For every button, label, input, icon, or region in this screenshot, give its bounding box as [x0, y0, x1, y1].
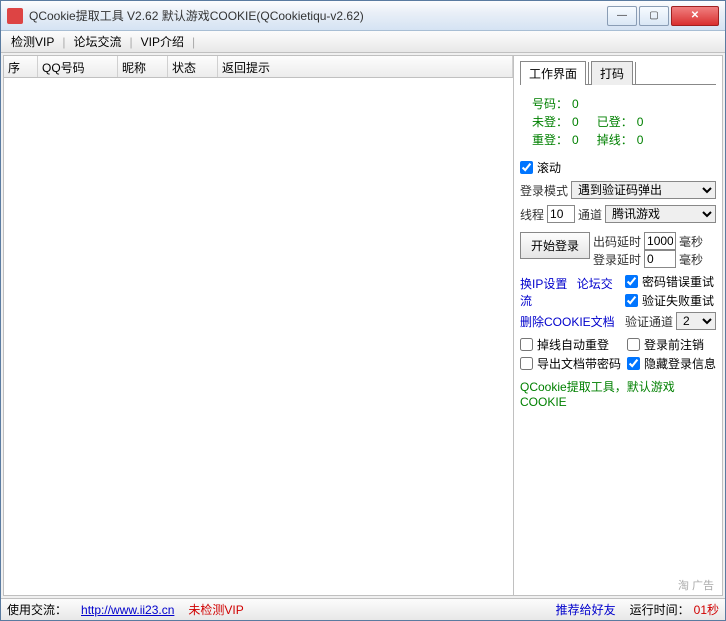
verify-channel-label: 验证通道: [625, 313, 673, 330]
menu-separator: |: [129, 35, 132, 49]
col-qq[interactable]: QQ号码: [38, 56, 118, 77]
out-delay-label: 出码延时: [593, 233, 641, 250]
verify-channel-select[interactable]: 2: [676, 312, 716, 330]
statusbar: 使用交流： http://www.ii23.cn 未检测VIP 推荐给好友 运行…: [1, 598, 725, 620]
close-button[interactable]: ✕: [671, 6, 719, 26]
verify-retry-checkbox[interactable]: [625, 294, 638, 307]
tab-separator: [635, 62, 636, 84]
col-nick[interactable]: 昵称: [118, 56, 168, 77]
logout-first-label: 登录前注销: [644, 336, 704, 353]
stat-chongdeng-value: 0: [572, 131, 579, 149]
login-mode-row: 登录模式 遇到验证码弹出: [520, 181, 716, 199]
menu-vip-intro[interactable]: VIP介绍: [135, 31, 190, 52]
verify-retry-label: 验证失败重试: [642, 292, 714, 309]
window-title: QCookie提取工具 V2.62 默认游戏COOKIE(QCookietiqu…: [29, 7, 607, 24]
drop-relogin-label: 掉线自动重登: [537, 336, 609, 353]
table-body: [4, 78, 513, 595]
thread-input[interactable]: [547, 205, 575, 223]
col-msg[interactable]: 返回提示: [218, 56, 513, 77]
login-mode-select[interactable]: 遇到验证码弹出: [571, 181, 716, 199]
scroll-checkbox-row: 滚动: [520, 159, 716, 176]
stat-weideng-value: 0: [572, 113, 579, 131]
main-window: QCookie提取工具 V2.62 默认游戏COOKIE(QCookietiqu…: [0, 0, 726, 621]
start-delay-row: 开始登录 出码延时 毫秒 登录延时 毫秒: [520, 232, 716, 268]
tab-separator: [588, 62, 589, 84]
hide-login-checkbox[interactable]: [627, 357, 640, 370]
side-panel: 工作界面 打码 号码： 0 未登： 0 已登： 0 重登： 0: [514, 56, 722, 595]
stat-yideng-label: 已登：: [597, 113, 637, 131]
start-login-button[interactable]: 开始登录: [520, 232, 590, 259]
menu-detect-vip[interactable]: 检测VIP: [5, 31, 60, 52]
thread-channel-row: 线程 通道 腾讯游戏: [520, 205, 716, 223]
runtime-value: 01秒: [694, 603, 719, 617]
table-header: 序 QQ号码 昵称 状态 返回提示: [4, 56, 513, 78]
green-note: QCookie提取工具，默认游戏COOKIE: [520, 378, 716, 409]
scroll-checkbox[interactable]: [520, 161, 533, 174]
runtime-label: 运行时间：: [630, 603, 690, 617]
app-icon: [7, 8, 23, 24]
login-delay-label: 登录延时: [593, 251, 641, 268]
ms-label: 毫秒: [679, 251, 703, 268]
tab-work[interactable]: 工作界面: [520, 61, 586, 85]
stats-block: 号码： 0 未登： 0 已登： 0 重登： 0 掉线： 0: [520, 93, 716, 157]
ad-label: 淘 广告: [678, 577, 714, 593]
link-delete-cookie[interactable]: 删除COOKIE文档: [520, 313, 621, 330]
col-status[interactable]: 状态: [168, 56, 218, 77]
stat-diaoxian-value: 0: [637, 131, 644, 149]
ms-label: 毫秒: [679, 233, 703, 250]
minimize-button[interactable]: —: [607, 6, 637, 26]
status-runtime: 运行时间： 01秒: [630, 601, 719, 618]
login-delay-input[interactable]: [644, 250, 676, 268]
drop-relogin-checkbox[interactable]: [520, 338, 533, 351]
window-controls: — ▢ ✕: [607, 6, 719, 26]
tab-code[interactable]: 打码: [591, 61, 633, 85]
scroll-label: 滚动: [537, 159, 561, 176]
status-recommend[interactable]: 推荐给好友: [556, 601, 616, 618]
links-row: 换IP设置 论坛交流: [520, 275, 621, 309]
pwd-retry-checkbox[interactable]: [625, 275, 638, 288]
menu-forum[interactable]: 论坛交流: [67, 31, 127, 52]
maximize-button[interactable]: ▢: [639, 6, 669, 26]
tabs: 工作界面 打码: [520, 60, 716, 85]
stat-diaoxian-label: 掉线：: [597, 131, 637, 149]
channel-select[interactable]: 腾讯游戏: [605, 205, 716, 223]
menubar: 检测VIP | 论坛交流 | VIP介绍 |: [1, 31, 725, 53]
thread-label: 线程: [520, 206, 544, 223]
status-vip: 未检测VIP: [188, 601, 243, 618]
export-pwd-label: 导出文档带密码: [537, 355, 621, 372]
table-area: 序 QQ号码 昵称 状态 返回提示: [4, 56, 514, 595]
stat-weideng-label: 未登：: [532, 113, 572, 131]
menu-separator: |: [62, 35, 65, 49]
status-use-label: 使用交流：: [7, 601, 67, 618]
out-delay-input[interactable]: [644, 232, 676, 250]
content-area: 序 QQ号码 昵称 状态 返回提示 工作界面 打码 号码： 0: [3, 55, 723, 596]
stat-chongdeng-label: 重登：: [532, 131, 572, 149]
stat-haoma-value: 0: [572, 95, 579, 113]
titlebar: QCookie提取工具 V2.62 默认游戏COOKIE(QCookietiqu…: [1, 1, 725, 31]
menu-separator: |: [192, 35, 195, 49]
stat-haoma-label: 号码：: [532, 95, 572, 113]
col-seq[interactable]: 序: [4, 56, 38, 77]
status-url[interactable]: http://www.ii23.cn: [81, 603, 174, 617]
export-pwd-checkbox[interactable]: [520, 357, 533, 370]
link-change-ip[interactable]: 换IP设置: [520, 277, 567, 291]
pwd-retry-label: 密码错误重试: [642, 273, 714, 290]
channel-label: 通道: [578, 206, 602, 223]
hide-login-label: 隐藏登录信息: [644, 355, 716, 372]
stat-yideng-value: 0: [637, 113, 644, 131]
login-mode-label: 登录模式: [520, 182, 568, 199]
logout-first-checkbox[interactable]: [627, 338, 640, 351]
